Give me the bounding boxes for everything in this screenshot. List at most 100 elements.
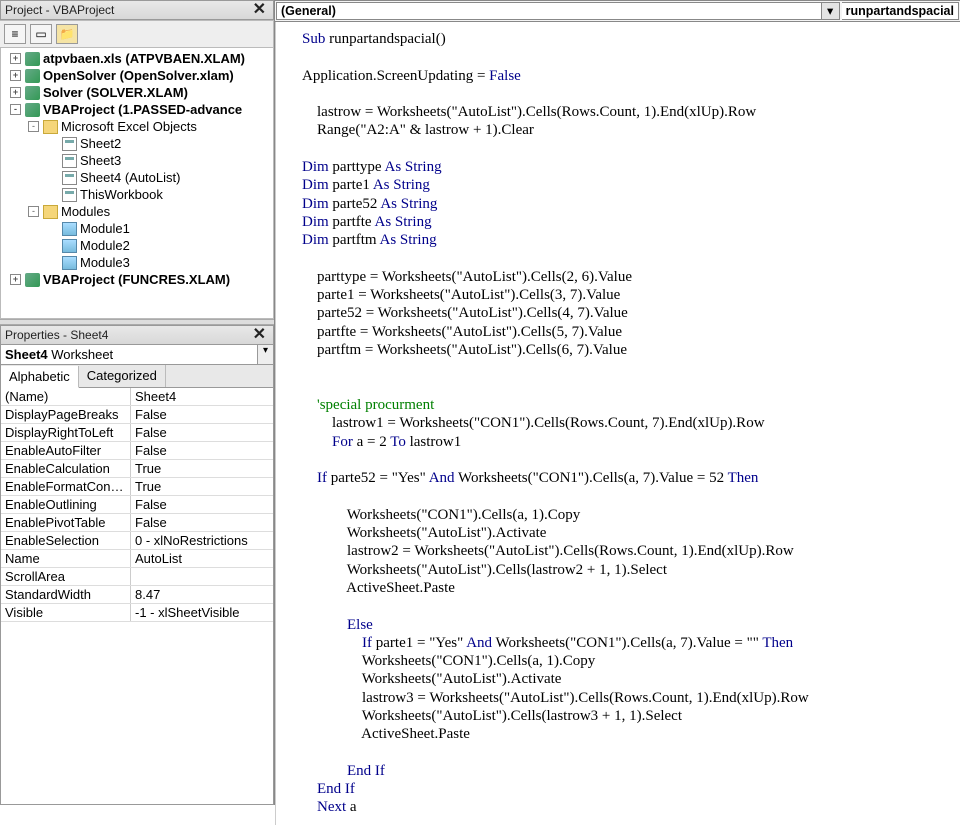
property-value[interactable]: False (131, 406, 273, 423)
folder-open-icon (43, 205, 58, 219)
property-value[interactable]: 8.47 (131, 586, 273, 603)
tree-item[interactable]: +VBAProject (FUNCRES.XLAM) (1, 271, 273, 288)
mod-icon (62, 222, 77, 236)
tree-item[interactable]: ThisWorkbook (1, 186, 273, 203)
tree-expander-icon[interactable]: + (10, 274, 21, 285)
tree-expander-icon[interactable]: + (10, 87, 21, 98)
tab-categorized[interactable]: Categorized (79, 365, 166, 387)
tree-item[interactable]: Sheet4 (AutoList) (1, 169, 273, 186)
property-value[interactable]: 0 - xlNoRestrictions (131, 532, 273, 549)
tree-item[interactable]: Module1 (1, 220, 273, 237)
property-name: Visible (1, 604, 131, 621)
code-editor[interactable]: Sub runpartandspacial() Application.Scre… (275, 22, 960, 825)
property-value[interactable]: AutoList (131, 550, 273, 567)
tree-item[interactable]: Sheet3 (1, 152, 273, 169)
sheet-icon (62, 188, 77, 202)
tree-item[interactable]: + Solver (SOLVER.XLAM) (1, 84, 273, 101)
vba-icon (25, 273, 40, 287)
project-close-icon[interactable]: ✕ (250, 3, 269, 17)
property-row[interactable]: EnablePivotTableFalse (1, 514, 273, 532)
tree-expander-icon[interactable]: + (10, 53, 21, 64)
tree-item[interactable]: - VBAProject (1.PASSED-advance (1, 101, 273, 118)
property-name: DisplayPageBreaks (1, 406, 131, 423)
properties-panel-label: Properties - Sheet4 (5, 328, 108, 342)
property-name: EnableOutlining (1, 496, 131, 513)
properties-object-select[interactable]: Sheet4 Worksheet ▾ (0, 345, 274, 365)
property-row[interactable]: EnableCalculationTrue (1, 460, 273, 478)
tree-item-label: Module1 (80, 220, 130, 237)
tree-item[interactable]: -Microsoft Excel Objects (1, 118, 273, 135)
tree-item[interactable]: Module2 (1, 237, 273, 254)
property-value[interactable]: False (131, 442, 273, 459)
property-value[interactable]: False (131, 424, 273, 441)
tree-item[interactable]: Module3 (1, 254, 273, 271)
property-value[interactable]: False (131, 496, 273, 513)
tree-expander-icon[interactable]: - (28, 121, 39, 132)
property-row[interactable]: EnableAutoFilterFalse (1, 442, 273, 460)
project-tree[interactable]: +atpvbaen.xls (ATPVBAEN.XLAM)+OpenSolver… (0, 48, 274, 319)
tree-item-label: Module3 (80, 254, 130, 271)
tree-expander-icon[interactable]: - (28, 206, 39, 217)
property-name: EnableAutoFilter (1, 442, 131, 459)
mod-icon (62, 256, 77, 270)
tree-item[interactable]: + OpenSolver (OpenSolver.xlam) (1, 67, 273, 84)
vba-icon (25, 69, 40, 83)
property-name: ScrollArea (1, 568, 131, 585)
properties-panel-title: Properties - Sheet4 ✕ (0, 325, 274, 345)
property-row[interactable]: Visible-1 - xlSheetVisible (1, 604, 273, 622)
project-panel-title: Project - VBAProject ✕ (0, 0, 274, 20)
mod-icon (62, 239, 77, 253)
project-toolbar: ≡ ▭ 📁 (0, 20, 274, 48)
tree-item[interactable]: Sheet2 (1, 135, 273, 152)
property-name: EnableFormatConditio (1, 478, 131, 495)
tree-expander-icon[interactable]: + (10, 70, 21, 81)
property-row[interactable]: EnableOutliningFalse (1, 496, 273, 514)
property-value[interactable]: -1 - xlSheetVisible (131, 604, 273, 621)
property-row[interactable]: EnableFormatConditioTrue (1, 478, 273, 496)
property-row[interactable]: EnableSelection0 - xlNoRestrictions (1, 532, 273, 550)
property-name: EnablePivotTable (1, 514, 131, 531)
properties-grid[interactable]: (Name)Sheet4DisplayPageBreaksFalseDispla… (0, 388, 274, 805)
tree-item-label: Sheet2 (80, 135, 121, 152)
vba-icon (25, 52, 40, 66)
object-combo-text: (General) (277, 3, 821, 19)
tree-item-label: VBAProject (1.PASSED-advance (43, 101, 242, 118)
property-name: Name (1, 550, 131, 567)
property-row[interactable]: DisplayPageBreaksFalse (1, 406, 273, 424)
view-object-button[interactable]: ▭ (30, 24, 52, 44)
property-value[interactable]: False (131, 514, 273, 531)
folder-open-icon (43, 120, 58, 134)
tree-item-label: Sheet4 (AutoList) (80, 169, 180, 186)
property-row[interactable]: NameAutoList (1, 550, 273, 568)
chevron-down-icon[interactable]: ▾ (821, 3, 839, 19)
prop-obj-type: Worksheet (51, 347, 113, 362)
tree-item[interactable]: +atpvbaen.xls (ATPVBAEN.XLAM) (1, 50, 273, 67)
chevron-down-icon[interactable]: ▾ (257, 345, 273, 364)
project-panel-label: Project - VBAProject (5, 3, 114, 17)
procedure-combo[interactable]: runpartandspacial (842, 2, 959, 20)
property-row[interactable]: ScrollArea (1, 568, 273, 586)
property-row[interactable]: StandardWidth8.47 (1, 586, 273, 604)
sheet-icon (62, 154, 77, 168)
property-value[interactable]: True (131, 478, 273, 495)
tree-item-label: Solver (SOLVER.XLAM) (43, 84, 188, 101)
properties-close-icon[interactable]: ✕ (250, 328, 269, 342)
property-value[interactable]: Sheet4 (131, 388, 273, 405)
tab-alphabetic[interactable]: Alphabetic (1, 366, 79, 388)
tree-expander-icon[interactable]: - (10, 104, 21, 115)
vba-icon (25, 103, 40, 117)
property-row[interactable]: DisplayRightToLeftFalse (1, 424, 273, 442)
property-name: EnableCalculation (1, 460, 131, 477)
object-combo[interactable]: (General) ▾ (276, 2, 840, 20)
property-value[interactable]: True (131, 460, 273, 477)
tree-item[interactable]: - Modules (1, 203, 273, 220)
tree-item-label: OpenSolver (OpenSolver.xlam) (43, 67, 234, 84)
view-code-button[interactable]: ≡ (4, 24, 26, 44)
toggle-folders-button[interactable]: 📁 (56, 24, 78, 44)
property-name: EnableSelection (1, 532, 131, 549)
property-row[interactable]: (Name)Sheet4 (1, 388, 273, 406)
property-value[interactable] (131, 568, 273, 585)
property-name: DisplayRightToLeft (1, 424, 131, 441)
tree-item-label: Modules (61, 203, 110, 220)
property-name: (Name) (1, 388, 131, 405)
